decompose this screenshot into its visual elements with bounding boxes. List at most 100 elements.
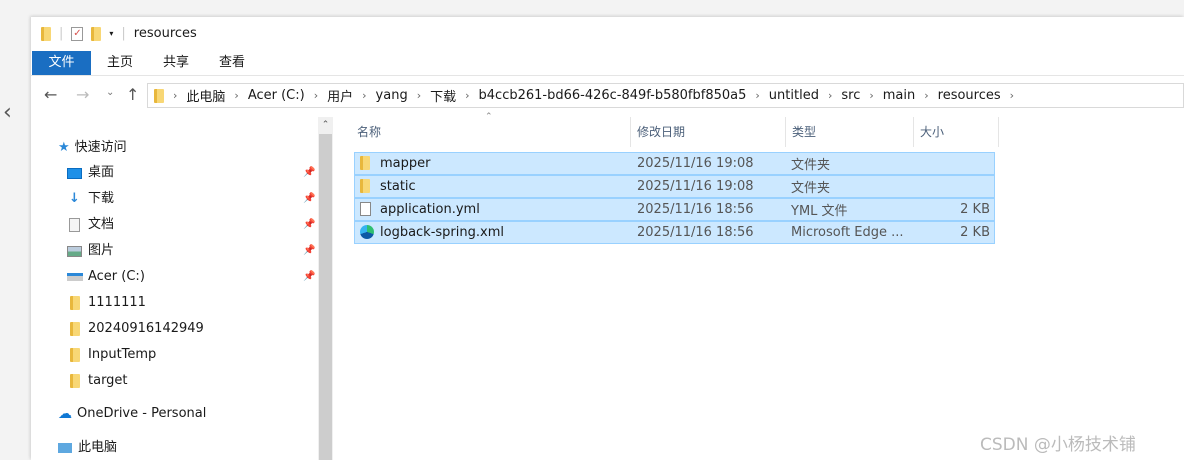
breadcrumb-item[interactable]: 此电脑 [186,86,225,105]
breadcrumb-item[interactable]: Acer (C:) [248,88,305,103]
file-row[interactable]: application.yml 2025/11/16 18:56 YML 文件 … [354,198,995,221]
folder-icon [41,26,51,41]
sidebar-onedrive[interactable]: ☁ OneDrive - Personal [58,402,206,426]
column-header-size[interactable]: 大小 [914,117,999,147]
column-header-date[interactable]: 修改日期 [631,117,786,147]
sidebar-item[interactable]: Acer (C:) 📌 [66,265,316,289]
chevron-right-icon[interactable]: › [362,89,366,102]
sidebar-item-label: OneDrive - Personal [77,406,207,421]
cloud-icon: ☁ [58,406,72,422]
properties-icon[interactable]: ✓ [71,26,84,41]
pin-icon[interactable]: 📌 [303,265,315,289]
sidebar-item[interactable]: 1111111 [66,291,316,315]
file-type: 文件夹 [791,181,831,196]
chevron-right-icon[interactable]: › [828,89,832,102]
breadcrumb-item[interactable]: 下载 [430,86,456,105]
pin-icon[interactable]: 📌 [303,161,315,185]
sidebar-item-label: Acer (C:) [88,269,145,284]
file-date: 2025/11/16 19:08 [637,156,754,171]
drive-icon [66,273,83,281]
new-folder-icon[interactable] [91,26,102,41]
column-header-type[interactable]: 类型 [786,117,914,147]
chevron-right-icon[interactable]: › [417,89,421,102]
sidebar-item-label: 1111111 [88,295,146,310]
chevron-right-icon[interactable]: › [314,89,318,102]
file-date: 2025/11/16 18:56 [637,225,754,240]
breadcrumb-item[interactable]: untitled [769,88,819,103]
chevron-right-icon[interactable]: › [1010,89,1014,102]
file-date: 2025/11/16 18:56 [637,202,754,217]
address-bar[interactable]: › 此电脑 › Acer (C:) › 用户 › yang › 下载 › b4ccb261-bd66-… [147,83,1184,108]
sidebar-this-pc[interactable]: 此电脑 [58,436,117,460]
tab-share[interactable]: 共享 [147,51,205,75]
desktop-icon [66,167,83,179]
window-title: resources [133,26,197,41]
sidebar-item[interactable]: 图片 📌 [66,239,316,263]
column-header-name[interactable]: 名称 [351,117,631,147]
file-name: logback-spring.xml [380,225,504,240]
file-size: 2 KB [960,225,990,240]
sidebar-item[interactable]: 桌面 📌 [66,161,316,185]
file-name: mapper [380,156,431,171]
file-name: application.yml [380,202,480,217]
sidebar-item[interactable]: target [66,369,316,393]
breadcrumb-item[interactable]: main [883,88,915,103]
chevron-right-icon[interactable]: › [173,89,177,102]
chevron-right-icon[interactable]: › [465,89,469,102]
sidebar-item-label: 快速访问 [74,140,127,155]
breadcrumb-item[interactable]: src [841,88,860,103]
explorer-window: | ✓ ▾ | resources 文件 主页 共享 查看 ← → ⌄ ↑ › 此… [31,17,1184,460]
download-icon: ↓ [69,191,80,206]
file-type: YML 文件 [791,204,848,219]
documents-icon [66,218,83,232]
file-size: 2 KB [960,202,990,217]
breadcrumb-item[interactable]: b4ccb261-bd66-426c-849f-b580fbf850a5 [479,88,747,103]
chevron-right-icon[interactable]: › [869,89,873,102]
tab-file[interactable]: 文件 [32,51,91,75]
back-chevron-icon[interactable]: ‹ [3,100,12,125]
sidebar-item-label: target [88,373,128,388]
folder-icon [66,296,83,310]
star-icon: ★ [58,140,70,155]
scrollbar-thumb[interactable] [319,134,332,460]
sidebar-item[interactable]: 20240916142949 [66,317,316,341]
sidebar-item[interactable]: ↓ 下载 📌 [66,187,316,211]
sidebar-item-label: 文档 [88,217,115,232]
computer-icon [58,443,72,453]
file-row[interactable]: logback-spring.xml 2025/11/16 18:56 Micr… [354,221,995,244]
pin-icon[interactable]: 📌 [303,187,315,211]
sidebar-item-label: 20240916142949 [88,321,204,336]
tab-home[interactable]: 主页 [91,51,149,75]
sidebar-scrollbar[interactable]: ⌃ [318,117,333,460]
pictures-icon [66,245,83,257]
pin-icon[interactable]: 📌 [303,239,315,263]
navigation-pane: ★ 快速访问 桌面 📌 ↓ 下载 📌 文档 📌 图片 📌 Acer (C:) 📌… [31,117,318,460]
sidebar-item-label: 下载 [88,191,115,206]
file-type: Microsoft Edge ... [791,225,904,240]
sidebar-item[interactable]: 文档 📌 [66,213,316,237]
sidebar-item-label: 图片 [88,243,115,258]
chevron-right-icon[interactable]: › [755,89,759,102]
chevron-right-icon[interactable]: › [924,89,928,102]
file-date: 2025/11/16 19:08 [637,179,754,194]
recent-locations-button[interactable]: ⌄ [106,87,114,98]
pin-icon[interactable]: 📌 [303,213,315,237]
file-row[interactable]: mapper 2025/11/16 19:08 文件夹 [354,152,995,175]
sidebar-quick-access[interactable]: ★ 快速访问 [58,136,127,160]
sidebar-item-label: 桌面 [88,165,115,180]
up-button[interactable]: ↑ [126,85,139,104]
breadcrumb-item[interactable]: yang [376,88,408,103]
back-button[interactable]: ← [44,85,57,104]
customize-dropdown-icon[interactable]: ▾ [109,29,113,38]
file-row[interactable]: static 2025/11/16 19:08 文件夹 [354,175,995,198]
folder-icon [154,88,164,103]
sidebar-item[interactable]: InputTemp [66,343,316,367]
watermark: CSDN @小杨技术铺 [980,435,1136,455]
chevron-right-icon[interactable]: › [234,89,238,102]
breadcrumb-item[interactable]: resources [938,88,1001,103]
forward-button[interactable]: → [76,85,89,104]
file-name: static [380,179,416,194]
breadcrumb-item[interactable]: 用户 [327,86,353,105]
folder-icon [66,348,83,362]
tab-view[interactable]: 查看 [203,51,261,75]
